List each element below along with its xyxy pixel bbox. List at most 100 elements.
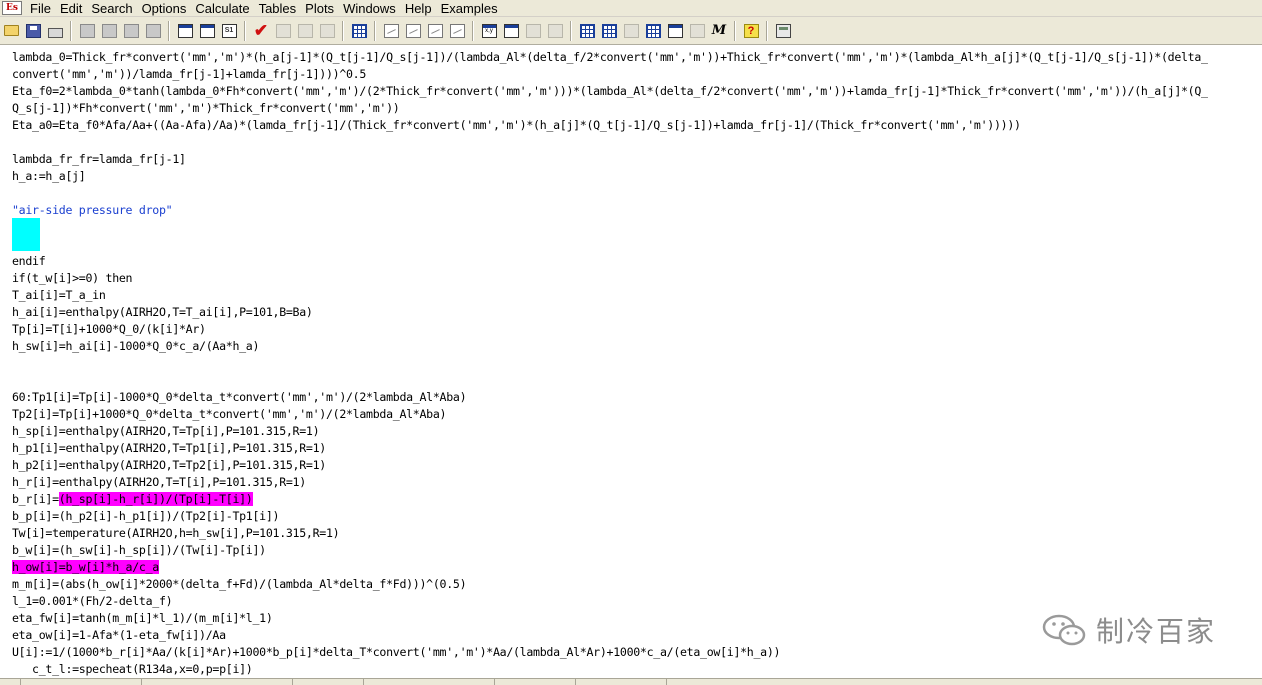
table-1-icon: [579, 23, 595, 38]
menu-examples[interactable]: Examples: [441, 1, 505, 16]
parametric-table-button[interactable]: [349, 21, 369, 41]
xy-icon: x,y: [481, 23, 497, 38]
code-line: Q_s[j-1])*Fh*convert('mm','m')*Thick_fr*…: [12, 101, 400, 115]
image-button[interactable]: [665, 21, 685, 41]
code-line: h_sw[i]=h_ai[i]-1000*Q_0*c_a/(Aa*h_a): [12, 339, 260, 353]
code-line: convert('mm','m'))/lamda_fr[j-1]+lamda_f…: [12, 67, 367, 81]
code-line: h_p1[i]=enthalpy(AIRH2O,T=Tp1[i],P=101.3…: [12, 441, 326, 455]
equations-editor[interactable]: lambda_0=Thick_fr*convert('mm','m')*(h_a…: [0, 46, 1262, 678]
solution-window-button[interactable]: S1: [219, 21, 239, 41]
menu-tables[interactable]: Tables: [259, 1, 304, 16]
toolbar-separator: [374, 20, 376, 41]
highlighted-expression: (h_sp[i]-h_r[i])/(Tp[i]-T[i]): [58, 492, 253, 506]
equations-window-icon: [177, 23, 193, 38]
cut-button[interactable]: [77, 21, 97, 41]
xy-button[interactable]: x,y: [479, 21, 499, 41]
paste-button[interactable]: [121, 21, 141, 41]
menu-edit[interactable]: Edit: [60, 1, 89, 16]
plot-2-icon: [405, 23, 421, 38]
integral-table-button[interactable]: [317, 21, 337, 41]
help-button[interactable]: ?: [741, 21, 761, 41]
integral-table-icon: [319, 23, 335, 38]
toolbar-separator: [734, 20, 736, 41]
code-line: endif: [12, 254, 46, 268]
table-3-button[interactable]: [621, 21, 641, 41]
plot-1-icon: [383, 23, 399, 38]
equations-window-button[interactable]: [175, 21, 195, 41]
mathcad-icon: M: [711, 22, 727, 38]
menu-bar: Es File Edit Search Options Calculate Ta…: [0, 0, 1262, 17]
status-cell: [364, 679, 495, 685]
parametric-table-icon: [351, 23, 367, 38]
copy-icon: [101, 23, 117, 38]
menu-search[interactable]: Search: [91, 1, 139, 16]
plot-3-button[interactable]: [425, 21, 445, 41]
save-button[interactable]: [23, 21, 43, 41]
mathcad-button[interactable]: M: [709, 21, 729, 41]
toolbar-separator: [168, 20, 170, 41]
table-4-button[interactable]: [643, 21, 663, 41]
code-line: h_ow[i]=b_w[i]*h_a/c_a: [12, 559, 159, 575]
menu-file[interactable]: File: [30, 1, 58, 16]
watermark-text: 制冷百家: [1096, 615, 1217, 648]
lookup-table-button[interactable]: [523, 21, 543, 41]
table-3-icon: [623, 23, 639, 38]
code-line: b_r[i]=(h_sp[i]-h_r[i])/(Tp[i]-T[i]): [12, 491, 253, 507]
status-cell: [293, 679, 364, 685]
menu-calculate[interactable]: Calculate: [195, 1, 256, 16]
arrays-button[interactable]: [295, 21, 315, 41]
formatted-equations-icon: [199, 23, 215, 38]
diagram-button[interactable]: [545, 21, 565, 41]
help-icon: ?: [743, 23, 759, 38]
print-button[interactable]: [45, 21, 65, 41]
check-button[interactable]: ✔: [251, 21, 271, 41]
code-line: lambda_fr_fr=lamda_fr[j-1]: [12, 152, 186, 166]
plot-1-button[interactable]: [381, 21, 401, 41]
code-line: lambda_0=Thick_fr*convert('mm','m')*(h_a…: [12, 50, 1208, 64]
code-line: Eta_f0=2*lambda_0*tanh(lambda_0*Fh*conve…: [12, 84, 1208, 98]
plot-2-button[interactable]: [403, 21, 423, 41]
cut-icon: [79, 23, 95, 38]
toolbar-separator: [342, 20, 344, 41]
units-button[interactable]: [687, 21, 707, 41]
app-logo-icon[interactable]: Es: [2, 1, 22, 15]
status-cell: [142, 679, 293, 685]
toolbar: S1 ✔ x,y M ?: [0, 17, 1262, 45]
array-table-button[interactable]: [501, 21, 521, 41]
plot-4-icon: [449, 23, 465, 38]
copy-button[interactable]: [99, 21, 119, 41]
open-button[interactable]: [1, 21, 21, 41]
format-button[interactable]: [143, 21, 163, 41]
format-icon: [145, 23, 161, 38]
menu-help[interactable]: Help: [405, 1, 439, 16]
solution-window-icon: S1: [221, 23, 237, 38]
code-line: h_ai[i]=enthalpy(AIRH2O,T=T_ai[i],P=101,…: [12, 305, 313, 319]
units-icon: [689, 23, 705, 38]
table-1-button[interactable]: [577, 21, 597, 41]
menu-options[interactable]: Options: [142, 1, 194, 16]
code-line: Tw[i]=temperature(AIRH2O,h=h_sw[i],P=101…: [12, 526, 340, 540]
formatted-equations-button[interactable]: [197, 21, 217, 41]
code-line: eta_fw[i]=tanh(m_m[i]*l_1)/(m_m[i]*l_1): [12, 611, 273, 625]
table-2-icon: [601, 23, 617, 38]
code-line: l_1=0.001*(Fh/2-delta_f): [12, 594, 173, 608]
plot-4-button[interactable]: [447, 21, 467, 41]
code-line: h_r[i]=enthalpy(AIRH2O,T=T[i],P=101.315,…: [12, 475, 306, 489]
calculator-button[interactable]: [773, 21, 793, 41]
code-line: h_a:=h_a[j]: [12, 169, 86, 183]
open-icon: [3, 25, 19, 36]
check-icon: ✔: [253, 20, 269, 40]
code-line: h_p2[i]=enthalpy(AIRH2O,T=Tp2[i],P=101.3…: [12, 458, 326, 472]
status-cell: [21, 679, 142, 685]
image-icon: [667, 23, 683, 38]
menu-plots[interactable]: Plots: [305, 1, 341, 16]
table-2-button[interactable]: [599, 21, 619, 41]
plot-3-icon: [427, 23, 443, 38]
code-line: T_ai[i]=T_a_in: [12, 288, 106, 302]
residuals-button[interactable]: [273, 21, 293, 41]
code-line: m_m[i]=(abs(h_ow[i]*2000*(delta_f+Fd)/(l…: [12, 577, 467, 591]
status-cell: [0, 679, 21, 685]
diagram-icon: [547, 23, 563, 38]
menu-windows[interactable]: Windows: [343, 1, 403, 16]
code-line: b_p[i]=(h_p2[i]-h_p1[i])/(Tp2[i]-Tp1[i]): [12, 509, 280, 523]
